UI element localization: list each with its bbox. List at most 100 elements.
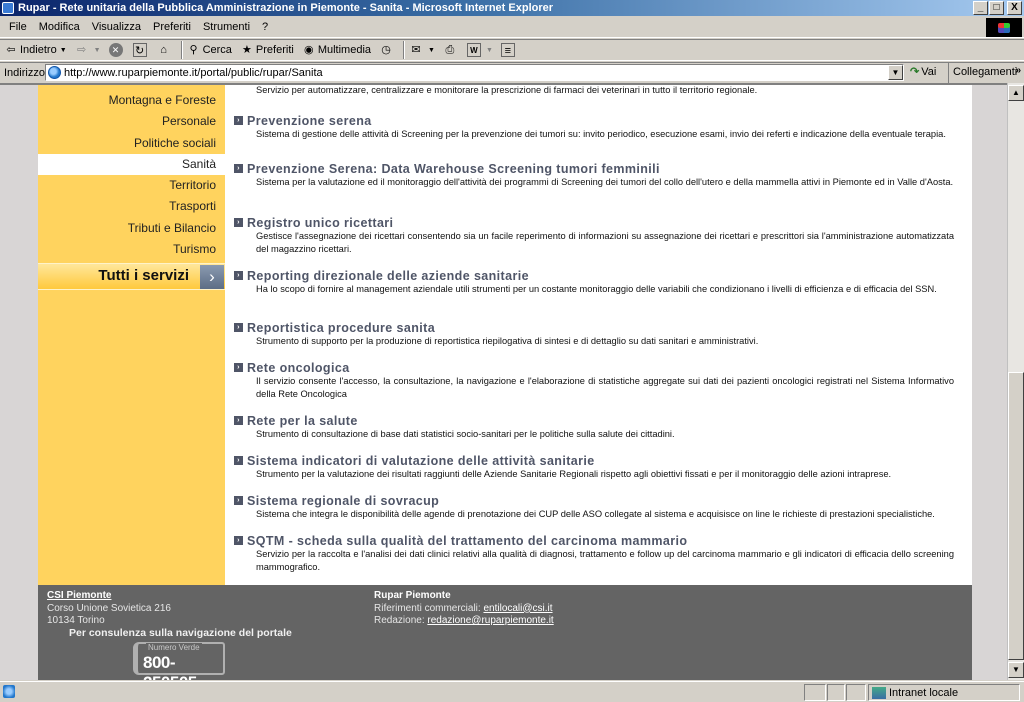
minimize-button[interactable]: _: [973, 1, 988, 15]
sidebar-item[interactable]: Personale: [38, 111, 225, 132]
home-icon: ⌂: [160, 44, 167, 56]
media-button[interactable]: ◉ Multimedia: [302, 43, 371, 57]
csi-piemonte-link[interactable]: CSI Piemonte: [47, 590, 171, 603]
service-description: Strumento per la valutazione dei risulta…: [256, 469, 892, 479]
menu-preferiti[interactable]: Preferiti: [147, 21, 197, 33]
discuss-icon: ≡: [500, 43, 515, 57]
editorial-label: Redazione:: [374, 615, 425, 626]
toolbar: ⇦ Indietro ▼ ⇨ ▼ ✕ ↻ ⌂ ⚲ Cerca ★ Preferi…: [0, 39, 1024, 61]
window-title: Rupar - Rete unitaria della Pubblica Amm…: [18, 2, 554, 14]
menu-visualizza[interactable]: Visualizza: [86, 21, 147, 33]
refresh-button[interactable]: ↻: [132, 43, 149, 57]
sidebar-item[interactable]: Turismo: [38, 239, 225, 260]
commercial-email-link[interactable]: entilocali@csi.it: [483, 603, 552, 614]
status-bar: Intranet locale: [0, 681, 1024, 702]
word-edit-icon: W: [466, 43, 481, 57]
chevron-right-icon[interactable]: ›: [200, 265, 224, 289]
toolbar-separator: [403, 41, 406, 59]
service-description: Servizio per la raccolta e l'analisi dei…: [256, 549, 954, 572]
all-services-button[interactable]: Tutti i servizi ›: [38, 263, 225, 290]
service-title: Reportistica procedure sanita: [247, 320, 436, 335]
scrollbar-thumb[interactable]: [1008, 372, 1024, 660]
mail-dropdown-icon[interactable]: ▼: [428, 47, 435, 54]
status-cell: [827, 684, 845, 701]
service-description: Sistema per la valutazione ed il monitor…: [256, 177, 954, 187]
back-button[interactable]: ⇦ Indietro ▼: [4, 43, 67, 57]
address-input[interactable]: http://www.ruparpiemonte.it/portal/publi…: [45, 64, 904, 81]
service-item: › Rete oncologica Il servizio consente l'a…: [234, 360, 954, 400]
go-arrow-icon: ↷: [910, 66, 920, 78]
sidebar-item[interactable]: Politiche sociali: [38, 133, 225, 154]
url-text[interactable]: http://www.ruparpiemonte.it/portal/publi…: [64, 67, 323, 79]
edit-button[interactable]: W ▼: [466, 43, 493, 57]
back-arrow-icon: ⇦: [6, 44, 16, 56]
mail-button[interactable]: ✉ ▼: [409, 43, 435, 57]
bullet-arrow-icon: ›: [234, 271, 243, 280]
service-title: Registro unico ricettari: [247, 215, 394, 230]
sidebar-item[interactable]: Montagna e Foreste: [38, 90, 225, 111]
menu-modifica[interactable]: Modifica: [33, 21, 86, 33]
sidebar-item[interactable]: Territorio: [38, 175, 225, 196]
scroll-up-button[interactable]: ▲: [1008, 85, 1024, 101]
menu-file[interactable]: File: [3, 21, 33, 33]
home-button[interactable]: ⌂: [157, 43, 173, 57]
service-title-link[interactable]: › Rete per la salute: [234, 413, 954, 428]
service-title-link[interactable]: › SQTM - scheda sulla qualità del trattam…: [234, 533, 954, 548]
go-button[interactable]: ↷ Vai: [910, 65, 936, 79]
service-description: Il servizio consente l'accesso, la consu…: [256, 376, 954, 399]
forward-arrow-icon: ⇨: [77, 44, 87, 56]
bullet-arrow-icon: ›: [234, 218, 243, 227]
service-title-link[interactable]: › Sistema regionale di sovracup: [234, 493, 954, 508]
print-icon: ⎙: [445, 44, 455, 56]
search-button[interactable]: ⚲ Cerca: [187, 43, 232, 57]
restore-button[interactable]: □: [989, 1, 1004, 15]
forward-button[interactable]: ⇨ ▼: [75, 43, 101, 57]
service-title-link[interactable]: › Rete oncologica: [234, 360, 954, 375]
service-title-link[interactable]: › Prevenzione serena: [234, 113, 954, 128]
print-button[interactable]: ⎙: [443, 43, 459, 57]
links-button[interactable]: Collegamenti »: [948, 63, 1024, 83]
chevron-right-icon[interactable]: »: [1015, 61, 1021, 80]
sidebar-item[interactable]: Sanità: [38, 153, 225, 176]
discuss-button[interactable]: ≡: [500, 43, 517, 57]
service-title: Reporting direzionale delle aziende sani…: [247, 268, 529, 283]
history-icon: ◷: [381, 44, 391, 56]
intranet-zone-icon: [872, 686, 886, 699]
editorial-email-link[interactable]: redazione@ruparpiemonte.it: [427, 615, 553, 626]
history-button[interactable]: ◷: [379, 43, 395, 57]
bullet-arrow-icon: ›: [234, 116, 243, 125]
scroll-down-button[interactable]: ▼: [1008, 662, 1024, 678]
menu-help[interactable]: ?: [256, 21, 274, 33]
toll-free-number: 800-250505: [143, 653, 197, 680]
vertical-scrollbar[interactable]: ▲ ▼: [1007, 83, 1024, 680]
address-bar: Indirizzo http://www.ruparpiemonte.it/po…: [0, 62, 1024, 83]
stop-button[interactable]: ✕: [108, 43, 125, 57]
close-button[interactable]: X: [1007, 1, 1022, 15]
address-dropdown-button[interactable]: ▼: [888, 65, 903, 80]
service-item: › Reportistica procedure sanita Strumento …: [234, 320, 954, 348]
back-label: Indietro: [20, 44, 57, 56]
browser-window: Rupar - Rete unitaria della Pubblica Amm…: [0, 0, 1024, 702]
service-title-link[interactable]: › Reporting direzionale delle aziende san…: [234, 268, 954, 283]
service-title-link[interactable]: › Prevenzione Serena: Data Warehouse Scre…: [234, 161, 954, 176]
toll-free-badge: Numero Verde 800-250505: [133, 642, 225, 680]
service-title-link[interactable]: › Sistema indicatori di valutazione delle…: [234, 453, 954, 468]
address-label: Indirizzo: [4, 66, 45, 79]
sidebar-item[interactable]: Tributi e Bilancio: [38, 218, 225, 239]
favorites-button[interactable]: ★ Preferiti: [240, 43, 294, 57]
edit-dropdown-icon[interactable]: ▼: [486, 47, 493, 54]
stop-icon: ✕: [108, 43, 123, 57]
sidebar-item[interactable]: Trasporti: [38, 196, 225, 217]
bullet-arrow-icon: ›: [234, 496, 243, 505]
service-description: Gestisce l'assegnazione dei ricettari co…: [256, 231, 954, 254]
toolbar-separator: [180, 41, 183, 59]
menu-strumenti[interactable]: Strumenti: [197, 21, 256, 33]
back-dropdown-icon[interactable]: ▼: [60, 47, 67, 54]
bullet-arrow-icon: ›: [234, 416, 243, 425]
service-title-link[interactable]: › Registro unico ricettari: [234, 215, 954, 230]
service-title: Rete per la salute: [247, 413, 358, 428]
service-title-link[interactable]: › Reportistica procedure sanita: [234, 320, 954, 335]
windows-logo-icon: [986, 18, 1022, 37]
forward-dropdown-icon[interactable]: ▼: [94, 47, 101, 54]
page-viewport: Montagna e Foreste Personale Politiche soc…: [0, 83, 1007, 680]
